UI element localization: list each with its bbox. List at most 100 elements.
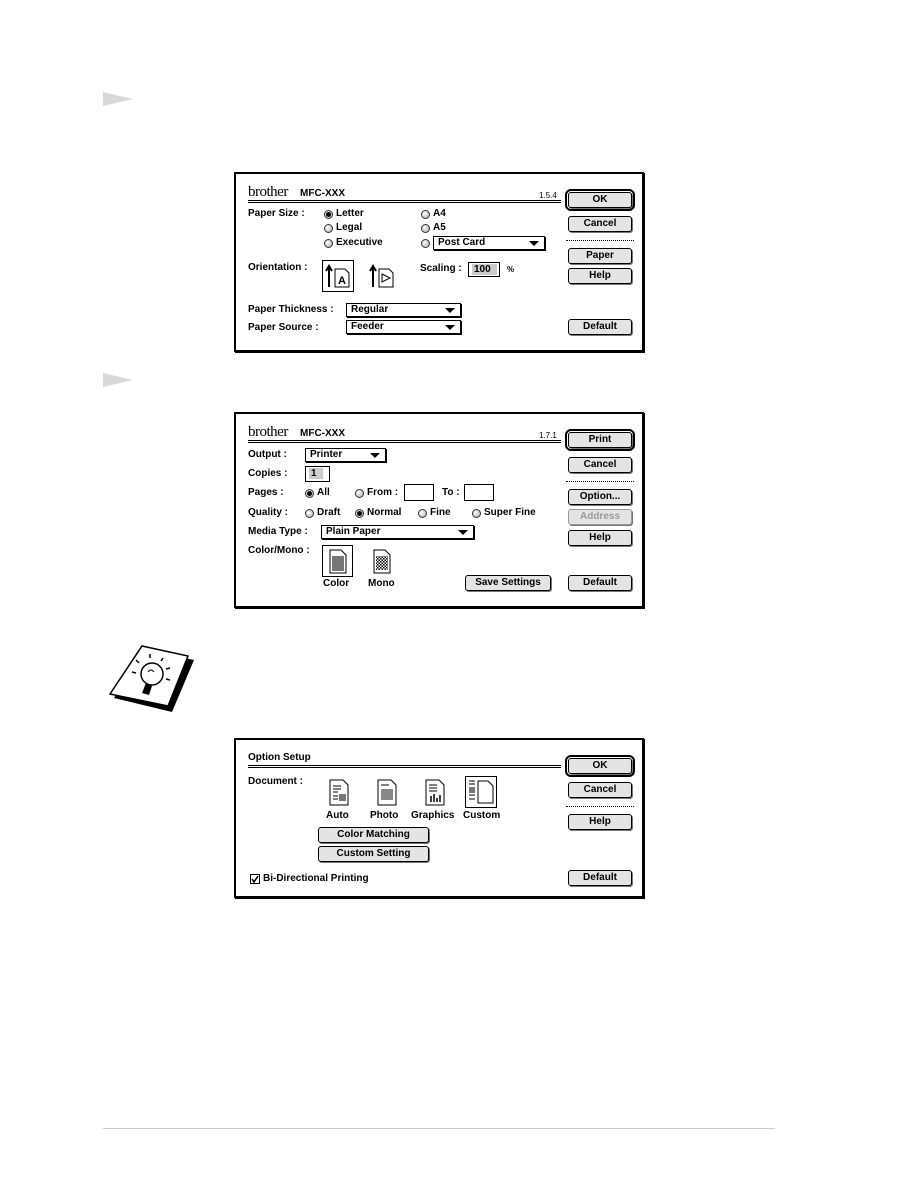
cancel-button[interactable]: Cancel — [568, 216, 632, 232]
portrait-orientation-icon[interactable]: A — [322, 260, 354, 292]
custom-label: Custom — [463, 810, 501, 821]
chevron-down-icon — [458, 530, 468, 535]
custom-document-icon[interactable] — [465, 776, 497, 808]
divider — [248, 440, 561, 443]
auto-label: Auto — [326, 810, 349, 821]
copies-input[interactable]: 1 — [305, 466, 330, 482]
executive-label: Executive — [336, 237, 383, 248]
pages-from-radio[interactable] — [355, 489, 364, 498]
bidirectional-checkbox[interactable] — [250, 874, 260, 884]
print-button[interactable]: Print — [565, 429, 635, 451]
option-button[interactable]: Option... — [568, 489, 632, 505]
photo-label: Photo — [370, 810, 399, 821]
pages-to-input[interactable] — [464, 484, 494, 501]
color-mode-icon[interactable] — [322, 545, 353, 577]
default-button[interactable]: Default — [568, 870, 632, 886]
letter-radio[interactable] — [324, 210, 333, 219]
divider — [248, 200, 561, 203]
quality-fine-radio[interactable] — [418, 509, 427, 518]
legal-label: Legal — [336, 222, 363, 233]
default-button[interactable]: Default — [568, 319, 632, 335]
executive-radio[interactable] — [324, 239, 333, 248]
brother-logo: brother — [248, 424, 288, 440]
model-name: MFC-XXX — [300, 428, 345, 439]
ok-button[interactable]: OK — [565, 755, 635, 777]
scaling-input[interactable]: 100 — [468, 262, 500, 277]
landscape-orientation-icon[interactable] — [367, 261, 397, 291]
quality-super-fine-radio[interactable] — [472, 509, 481, 518]
lightbulb-icon — [106, 638, 196, 719]
a5-radio[interactable] — [421, 224, 430, 233]
media-type-label: Media Type : — [248, 526, 308, 537]
color-matching-button[interactable]: Color Matching — [318, 827, 429, 843]
legal-radio[interactable] — [324, 224, 333, 233]
output-select[interactable]: Printer — [305, 448, 386, 462]
chevron-down-icon — [370, 453, 380, 458]
pages-all-radio[interactable] — [305, 489, 314, 498]
bidirectional-label: Bi-Directional Printing — [263, 873, 369, 884]
divider — [248, 765, 561, 768]
step-marker-icon — [103, 92, 133, 106]
other-size-select[interactable]: Post Card — [433, 236, 545, 250]
quality-draft-radio[interactable] — [305, 509, 314, 518]
photo-document-icon[interactable] — [373, 778, 403, 808]
custom-setting-button[interactable]: Custom Setting — [318, 846, 429, 862]
pages-to-label: To : — [442, 487, 460, 498]
dialog-title: Option Setup — [248, 752, 311, 763]
quality-super-fine-label: Super Fine — [484, 507, 536, 518]
divider — [566, 481, 634, 482]
graphics-document-icon[interactable] — [421, 778, 451, 808]
model-name: MFC-XXX — [300, 188, 345, 199]
color-mono-label: Color/Mono : — [248, 545, 310, 556]
paper-source-label: Paper Source : — [248, 322, 319, 333]
cancel-button[interactable]: Cancel — [568, 782, 632, 798]
color-label: Color — [323, 578, 350, 589]
pages-from-input[interactable] — [404, 484, 434, 501]
version: 1.7.1 — [539, 431, 557, 440]
graphics-label: Graphics — [411, 810, 455, 821]
quality-fine-label: Fine — [430, 507, 451, 518]
paper-thickness-select[interactable]: Regular — [346, 303, 461, 317]
auto-document-icon[interactable] — [325, 778, 355, 808]
divider — [566, 806, 634, 807]
default-button[interactable]: Default — [568, 575, 632, 591]
save-settings-button[interactable]: Save Settings — [465, 575, 551, 591]
paper-button[interactable]: Paper — [568, 248, 632, 264]
paper-thickness-label: Paper Thickness : — [248, 304, 334, 315]
address-button: Address — [568, 509, 632, 525]
orientation-label: Orientation : — [248, 262, 308, 273]
paper-size-label: Paper Size : — [248, 208, 305, 219]
output-value: Printer — [310, 449, 343, 460]
paper-source-select[interactable]: Feeder — [346, 320, 461, 334]
printer-page-setup-dialog: brother MFC-XXX 1.5.4 OK Cancel Paper He… — [234, 172, 644, 352]
step-marker-icon — [103, 373, 133, 387]
help-button[interactable]: Help — [568, 530, 632, 546]
ok-button[interactable]: OK — [565, 189, 635, 211]
divider — [566, 240, 634, 241]
percent-unit: % — [507, 265, 515, 274]
pages-all-label: All — [317, 487, 330, 498]
media-type-select[interactable]: Plain Paper — [321, 525, 474, 539]
a5-label: A5 — [433, 222, 446, 233]
other-size-value: Post Card — [438, 237, 486, 248]
print-dialog: brother MFC-XXX 1.7.1 Print Cancel Optio… — [234, 412, 644, 608]
option-setup-dialog: Option Setup OK Cancel Help Default Docu… — [234, 738, 644, 898]
a4-radio[interactable] — [421, 210, 430, 219]
footer-rule — [103, 1128, 775, 1129]
chevron-down-icon — [445, 325, 455, 330]
other-size-radio[interactable] — [421, 239, 430, 248]
copies-value: 1 — [309, 468, 323, 479]
scaling-label: Scaling : — [420, 263, 462, 274]
quality-normal-label: Normal — [367, 507, 402, 518]
cancel-button[interactable]: Cancel — [568, 457, 632, 473]
help-button[interactable]: Help — [568, 814, 632, 830]
mono-mode-icon[interactable] — [368, 546, 398, 576]
output-label: Output : — [248, 449, 287, 460]
paper-source-value: Feeder — [351, 321, 384, 332]
chevron-down-icon — [445, 308, 455, 313]
svg-text:A: A — [338, 275, 346, 287]
quality-normal-radio[interactable] — [355, 509, 364, 518]
help-button[interactable]: Help — [568, 268, 632, 284]
media-type-value: Plain Paper — [326, 526, 381, 537]
a4-label: A4 — [433, 208, 446, 219]
